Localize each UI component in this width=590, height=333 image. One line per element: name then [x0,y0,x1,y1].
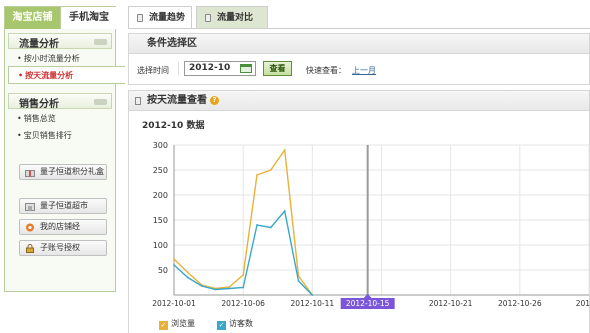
data-point [311,294,314,296]
collapse-icon[interactable] [94,99,107,105]
shop-guide-icon [26,223,34,232]
crosshair-label: 2012-10-15 [346,299,390,308]
my-shop-guide-button[interactable]: 我的店铺经 [19,219,107,235]
line-chart: 50 100 150 200 250 300 2012-10-01 2012-10-06 201… [152,141,590,309]
legend-uv[interactable]: ✓ 访客数 [217,318,253,330]
quantum-market-button[interactable]: 量子恒道超市 [19,198,107,214]
data-point [256,224,258,226]
lock-icon [26,244,34,253]
x-tick-label: 2012-10-26 [498,299,542,308]
data-point [283,149,286,151]
legend-uv-label: 访客数 [229,319,253,328]
data-point [297,280,300,282]
data-point [200,285,203,287]
tab-traffic-trend-label: 流量趋势 [149,13,186,23]
section-title-sales: 销售分析 [19,99,59,110]
data-point [242,286,245,289]
tab-taobao-shop[interactable]: 淘宝店铺 [5,7,61,29]
section-title-traffic: 流量分析 [19,39,59,50]
calendar-icon[interactable] [240,64,252,73]
y-tick-label: 150 [153,216,168,225]
section-header-sales[interactable]: 销售分析 [8,93,112,110]
collapse-icon[interactable] [94,39,107,45]
y-tick-label: 250 [153,166,168,175]
data-point [269,226,272,229]
document-icon [205,14,211,22]
sidebar: 淘宝店铺 手机淘宝 流量分析 按小时流量分析 按天流量分析 销售分析 销售总览 … [4,6,125,292]
document-icon [137,14,143,22]
x-tick-label: 2012-10-11 [291,299,335,308]
subaccount-auth-button[interactable]: 子账号授权 [19,240,107,256]
gift-icon [25,170,35,177]
data-point [228,287,231,290]
tab-traffic-compare[interactable]: 流量对比 [196,6,268,29]
sidebar-item-item-ranking[interactable]: 宝贝销售排行 [17,130,72,141]
data-point [283,210,286,212]
view-button[interactable]: 查看 [263,61,292,76]
data-point [186,276,189,279]
chart-panel: 按天流量查看? 2012-10 数据 50 100 150 200 250 300 2012… [128,90,590,333]
data-point [214,288,217,291]
subaccount-auth-label: 子账号授权 [40,243,80,252]
tab-traffic-trend[interactable]: 流量趋势 [128,6,192,29]
points-giftbox-label: 量子恒道积分礼盒 [40,167,104,176]
prev-month-link[interactable]: 上一月 [352,65,376,76]
x-tick-label: 2012-10-21 [429,299,473,308]
x-tick-label: 2012-1 [576,299,590,308]
data-point [173,264,175,266]
date-input-value: 2012-10 [189,63,231,73]
divider [178,62,179,75]
section-header-traffic[interactable]: 流量分析 [8,33,112,50]
my-shop-guide-label: 我的店铺经 [40,222,80,231]
condition-panel-title: 条件选择区 [129,34,589,54]
legend-pv-label: 浏览量 [171,319,195,328]
y-tick-label: 100 [153,241,168,250]
y-tick-label: 200 [153,191,168,200]
data-point [173,258,175,260]
condition-panel: 条件选择区 选择时间 2012-10 查看 快速查看： 上一月 [128,33,590,85]
tab-traffic-compare-label: 流量对比 [217,13,254,23]
y-tick-label: 50 [158,266,168,275]
tab-mobile-taobao[interactable]: 手机淘宝 [62,7,116,29]
data-point [269,169,272,171]
data-point [256,174,258,176]
sidebar-item-sales-overview[interactable]: 销售总览 [17,113,56,124]
legend-pv[interactable]: ✓ 浏览量 [159,318,195,330]
tab-divider [128,28,590,29]
x-tick-label: 2012-10-01 [152,299,196,308]
y-tick-label: 300 [153,141,168,150]
x-tick-label: 2012-10-06 [221,299,265,308]
data-point [242,274,245,276]
store-icon [25,203,35,211]
quick-view-label: 快速查看： [306,66,346,75]
points-giftbox-button[interactable]: 量子恒道积分礼盒 [19,164,107,180]
quantum-market-label: 量子恒道超市 [40,201,88,210]
date-input[interactable]: 2012-10 [184,61,256,76]
sidebar-item-hourly-traffic[interactable]: 按小时流量分析 [17,53,80,64]
data-point [186,271,189,274]
sidebar-item-daily-traffic[interactable]: 按天流量分析 [8,66,125,84]
checkbox-icon[interactable]: ✓ [159,321,168,330]
time-label: 选择时间 [137,66,169,75]
checkbox-icon[interactable]: ✓ [217,321,226,330]
